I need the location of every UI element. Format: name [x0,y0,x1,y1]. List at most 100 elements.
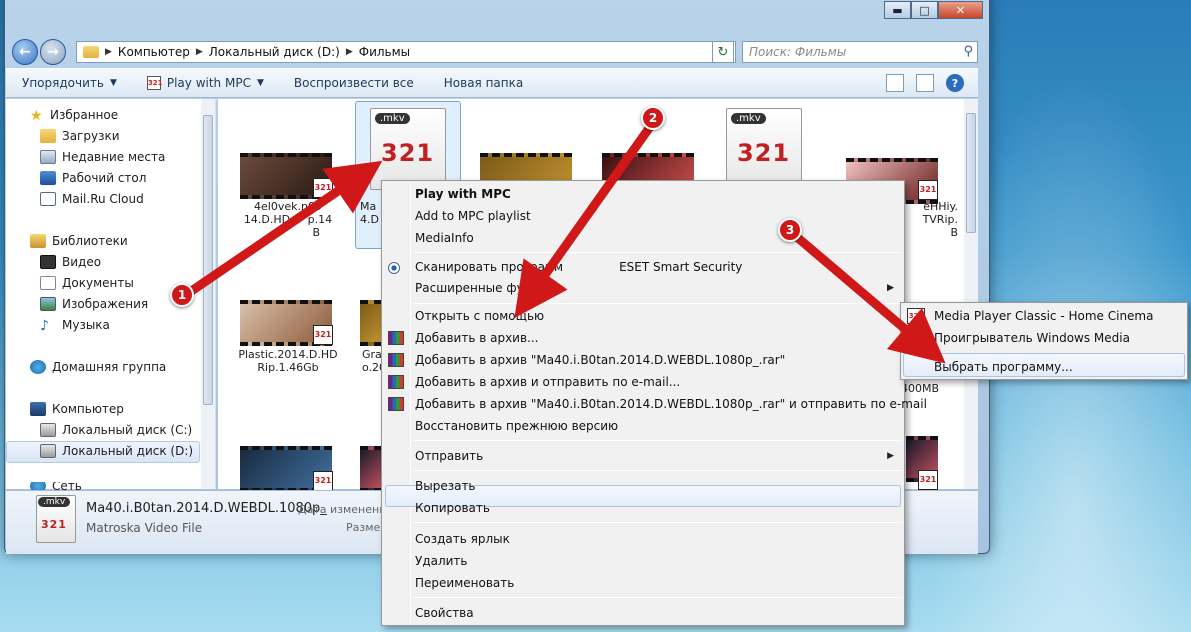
video-thumbnail[interactable] [360,446,382,492]
file-name[interactable]: Plastic.2014.D.HD Rip.1.46Gb [226,348,350,374]
menu-item-add-to-rar[interactable]: Добавить в архив "Ma40.i.B0tan.2014.D.WE… [415,349,785,371]
menu-item-play-with-mpc[interactable]: Play with MPC [415,183,511,205]
sidebar-item-homegroup[interactable]: Домашняя группа [30,360,166,374]
sidebar-item-label: Локальный диск (D:) [62,444,194,458]
details-date-label: Дата изменени [298,503,387,516]
sidebar-item-favorites[interactable]: ★ Избранное [30,108,119,124]
sidebar-item-label: Музыка [62,318,110,332]
file-name[interactable]: 4el0vek.n09 14.D.HD p.14 B [226,200,350,239]
menu-item-properties[interactable]: Свойства [415,602,474,624]
sidebar-item-label: Сеть [52,482,82,490]
file-name[interactable]: Gra o.20 [362,348,386,374]
file-name[interactable]: eHHiy. TVRip. B [898,200,958,239]
menu-separator [413,440,902,441]
sidebar-item-label: Домашняя группа [52,360,167,374]
menu-item-open-with[interactable]: Открыть с помощью [415,305,544,327]
sidebar-item-video[interactable]: Видео [40,255,101,269]
address-bar[interactable]: ▶ Компьютер ▶ Локальный диск (D:) ▶ Филь… [76,41,736,63]
play-with-mpc-label: Play with MPC [166,76,251,90]
sidebar-item-downloads[interactable]: Загрузки [40,129,120,143]
file-name-line: eHHiy. [923,200,958,213]
new-folder-label: Новая папка [443,76,524,90]
sidebar-item-drive-d[interactable]: Локальный диск (D:) [40,444,193,458]
menu-item-add-and-email[interactable]: Добавить в архив и отправить по e-mail..… [415,371,680,393]
mpc-logo-icon: 321 [737,139,791,167]
submenu-item-mpc[interactable]: Media Player Classic - Home Cinema [934,305,1153,327]
homegroup-icon [30,360,46,374]
menu-item-mediainfo[interactable]: MediaInfo [415,227,474,249]
mkv-file-icon[interactable]: .mkv 321 [726,108,802,190]
sidebar-item-pictures[interactable]: Изображения [40,297,148,311]
content-scrollbar[interactable] [964,99,978,489]
winrar-icon [388,331,404,345]
maximize-button[interactable]: □ [911,1,938,19]
organize-button[interactable]: Упорядочить ▼ [22,76,117,90]
sidebar-item-libraries[interactable]: Библиотеки [30,234,128,248]
refresh-button[interactable]: ↻ [712,41,734,63]
file-name[interactable]: Ma 4.D [360,200,380,226]
chevron-right-icon: ▶ [105,47,112,57]
minimize-button[interactable]: ▬ [884,1,911,19]
forward-button[interactable]: → [40,39,66,65]
menu-item-scan-eset[interactable]: Сканировать программ ESET Smart Security [415,256,742,278]
menu-item-restore-version[interactable]: Восстановить прежнюю версию [415,415,618,437]
breadcrumb-computer[interactable]: Компьютер [118,45,190,59]
file-name-line: 4el0vek.n09 [254,200,322,213]
file-extension-badge: .mkv [731,113,766,124]
sidebar-item-recent[interactable]: Недавние места [40,150,165,164]
mpc-logo-icon: 321 [41,518,67,531]
sidebar-item-desktop[interactable]: Рабочий стол [40,171,146,185]
new-folder-button[interactable]: Новая папка [444,76,523,90]
help-icon[interactable]: ? [946,74,964,92]
music-icon: ♪ [40,318,49,334]
play-with-mpc-button[interactable]: 321 Play with MPC ▼ [146,76,264,90]
sidebar-item-drive-c[interactable]: Локальный диск (C:) [40,423,192,437]
mkv-file-icon[interactable]: .mkv 321 [370,108,446,190]
sidebar-item-documents[interactable]: Документы [40,276,134,290]
menu-item-rename[interactable]: Переименовать [415,572,514,594]
preview-pane-icon[interactable] [916,74,934,92]
menu-item-send-to[interactable]: Отправить [415,445,483,467]
scrollbar-thumb[interactable] [966,113,976,233]
breadcrumb-drive-d[interactable]: Локальный диск (D:) [209,45,340,59]
sidebar-item-music[interactable]: ♪ Музыка [40,318,110,334]
close-button[interactable]: ✕ [938,1,983,19]
file-name-line: Plastic.2014.D.HD [238,348,338,361]
sidebar-item-mailru-cloud[interactable]: Mail.Ru Cloud [40,192,144,206]
menu-item-add-to-playlist[interactable]: Add to MPC playlist [415,205,531,227]
recent-places-icon [40,150,56,164]
context-menu: Play with MPC Add to MPC playlist MediaI… [381,180,927,626]
file-name-line: TVRip. [922,213,958,226]
submenu-item-wmp[interactable]: Проигрыватель Windows Media [934,327,1130,349]
play-all-button[interactable]: Воспроизвести все [294,76,414,90]
back-button[interactable]: ← [12,39,38,65]
breadcrumb-films[interactable]: Фильмы [359,45,410,59]
mpc-badge-icon: 321 [918,180,938,200]
video-thumbnail[interactable] [360,300,382,346]
scrollbar-thumb[interactable] [203,115,213,405]
menu-item-delete[interactable]: Удалить [415,550,468,572]
details-file-name: Ma40.i.B0tan.2014.D.WEBDL.1080p_ [86,501,327,516]
file-name-line: Ma [360,200,377,213]
chevron-down-icon: ▼ [109,78,117,88]
menu-separator [413,470,902,471]
sidebar-item-computer[interactable]: Компьютер [30,402,124,416]
menu-item-create-shortcut[interactable]: Создать ярлык [415,528,510,550]
menu-item-add-to-archive[interactable]: Добавить в архив... [415,327,539,349]
video-icon [40,255,56,269]
sidebar-item-label: Компьютер [52,402,124,416]
menu-item-add-rar-and-email[interactable]: Добавить в архив "Ma40.i.B0tan.2014.D.WE… [415,393,927,415]
view-options-icon[interactable] [886,74,904,92]
submenu-item-choose-program[interactable]: Выбрать программу... [934,356,1073,378]
menu-item-cut[interactable]: Вырезать [415,475,476,497]
menu-item-copy[interactable]: Копировать [415,497,490,519]
sidebar-scrollbar[interactable] [201,99,215,489]
mpc-badge-icon: 321 [918,470,938,490]
search-input[interactable]: Поиск: Фильмы ⚲ [742,41,978,63]
menu-item-advanced[interactable]: Расширенные функ [415,277,539,299]
file-extension-badge: .mkv [38,497,71,507]
play-all-label: Воспроизвести все [293,76,414,90]
sidebar-item-network[interactable]: Сеть [30,482,82,490]
command-bar: Упорядочить ▼ 321 Play with MPC ▼ Воспро… [6,68,978,98]
sidebar-item-label: Избранное [50,108,119,122]
